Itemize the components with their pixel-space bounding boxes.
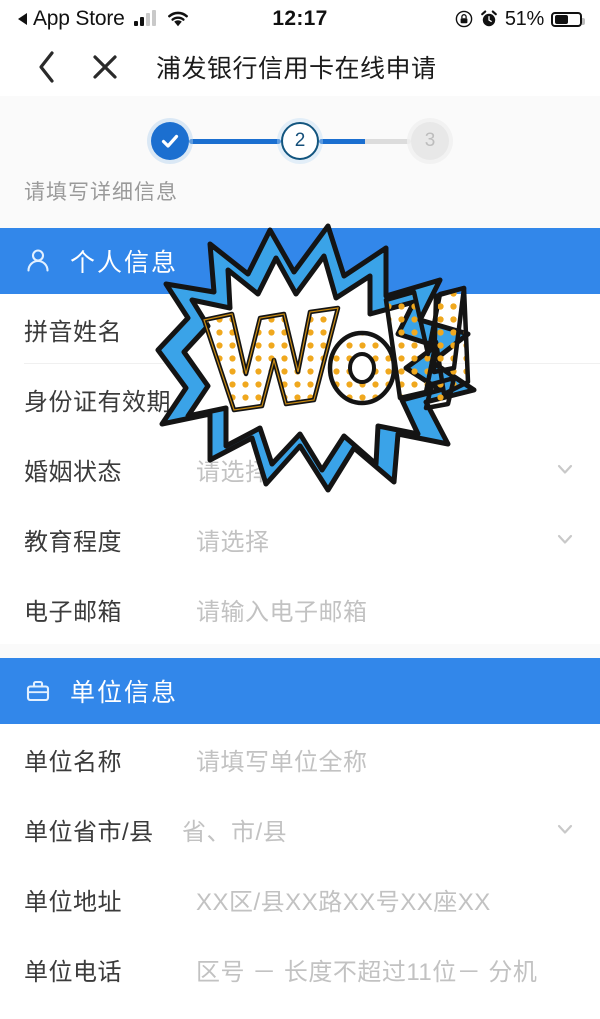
step-1-completed[interactable]	[151, 122, 189, 160]
row-label: 单位省市/县	[24, 818, 154, 846]
row-value[interactable]: 省、市/县	[182, 812, 552, 847]
section-header-employer-info: 单位信息	[0, 658, 600, 724]
chevron-down-icon[interactable]	[552, 456, 578, 482]
cellular-signal-icon	[133, 10, 156, 26]
form-row-marital-status[interactable]: 婚姻状态 请选择	[0, 434, 600, 504]
battery-icon	[551, 11, 585, 27]
user-icon	[22, 245, 54, 277]
back-button[interactable]	[30, 47, 64, 87]
row-label: 单位电话	[24, 958, 122, 986]
form-row-employer-province-city[interactable]: 单位省市/县 省、市/县	[0, 794, 600, 864]
check-icon	[161, 134, 179, 148]
battery-percent-label: 51%	[504, 7, 544, 30]
briefcase-icon	[22, 675, 54, 707]
form-row-id-validity[interactable]: 身份证有效期	[0, 364, 600, 434]
row-label: 婚姻状态	[24, 458, 122, 486]
status-bar-right: 51%	[455, 7, 585, 31]
stepper-hint-row: 请填写详细信息	[0, 164, 600, 228]
form-rows-personal-info: 拼音姓名 身份证有效期 婚姻状态 请选择 教育程度 请选择 电子邮箱 请输入电子…	[0, 294, 600, 644]
phone-screen: App Store 12:17 51% 浦发银行信用卡在线申请 2 3 请填写详…	[0, 0, 600, 1019]
rotation-lock-icon	[455, 10, 473, 28]
form-rows-employer-info: 单位名称 请填写单位全称 单位省市/县 省、市/县 单位地址 XX区/县XX路X…	[0, 724, 600, 1019]
row-label: 电子邮箱	[24, 598, 122, 626]
row-value[interactable]: 区号 － 长度不超过11位－ 分机	[196, 952, 578, 987]
form-row-pinyin-name[interactable]: 拼音姓名	[0, 294, 600, 364]
close-icon	[93, 55, 117, 79]
form-row-partial-next[interactable]	[0, 1004, 600, 1019]
alarm-clock-icon	[480, 10, 498, 28]
section-title-personal-info: 个人信息	[70, 249, 179, 277]
row-value[interactable]: 请选择	[196, 522, 552, 557]
nav-header: 浦发银行信用卡在线申请	[0, 38, 600, 96]
step-connector-2	[319, 138, 411, 144]
form-row-education-level[interactable]: 教育程度 请选择	[0, 504, 600, 574]
form-row-employer-name[interactable]: 单位名称 请填写单位全称	[0, 724, 600, 794]
section-divider-gap	[0, 644, 600, 658]
back-triangle-icon[interactable]	[18, 13, 27, 25]
form-row-employer-address[interactable]: 单位地址 XX区/县XX路XX号XX座XX	[0, 864, 600, 934]
chevron-down-icon[interactable]	[552, 526, 578, 552]
page-title: 浦发银行信用卡在线申请	[156, 55, 437, 83]
step-2-current[interactable]: 2	[281, 122, 319, 160]
row-label: 单位名称	[24, 748, 122, 776]
row-label: 拼音姓名	[24, 318, 122, 346]
row-value[interactable]: 请填写单位全称	[196, 742, 578, 777]
status-bar: App Store 12:17 51%	[0, 0, 600, 38]
section-title-employer-info: 单位信息	[70, 679, 179, 707]
form-row-email[interactable]: 电子邮箱 请输入电子邮箱	[0, 574, 600, 644]
row-label: 身份证有效期	[24, 388, 171, 416]
row-value[interactable]: 请输入电子邮箱	[196, 592, 578, 627]
row-label: 教育程度	[24, 528, 122, 556]
wifi-icon	[166, 10, 190, 28]
close-button[interactable]	[88, 47, 122, 87]
step-connector-1	[189, 138, 281, 144]
stepper-hint-text: 请填写详细信息	[24, 181, 178, 204]
row-label: 单位地址	[24, 888, 122, 916]
progress-stepper: 2 3	[0, 118, 600, 164]
row-value[interactable]: XX区/县XX路XX号XX座XX	[196, 882, 578, 917]
step-3-pending[interactable]: 3	[411, 122, 449, 160]
form-row-employer-phone[interactable]: 单位电话 区号 － 长度不超过11位－ 分机	[0, 934, 600, 1004]
section-header-personal-info: 个人信息	[0, 228, 600, 294]
chevron-down-icon[interactable]	[552, 816, 578, 842]
stepper-section: 2 3 请填写详细信息	[0, 96, 600, 228]
chevron-left-icon	[39, 51, 54, 83]
row-value[interactable]: 请选择	[196, 452, 552, 487]
back-app-label[interactable]: App Store	[33, 7, 125, 31]
status-bar-left: App Store	[18, 7, 190, 31]
